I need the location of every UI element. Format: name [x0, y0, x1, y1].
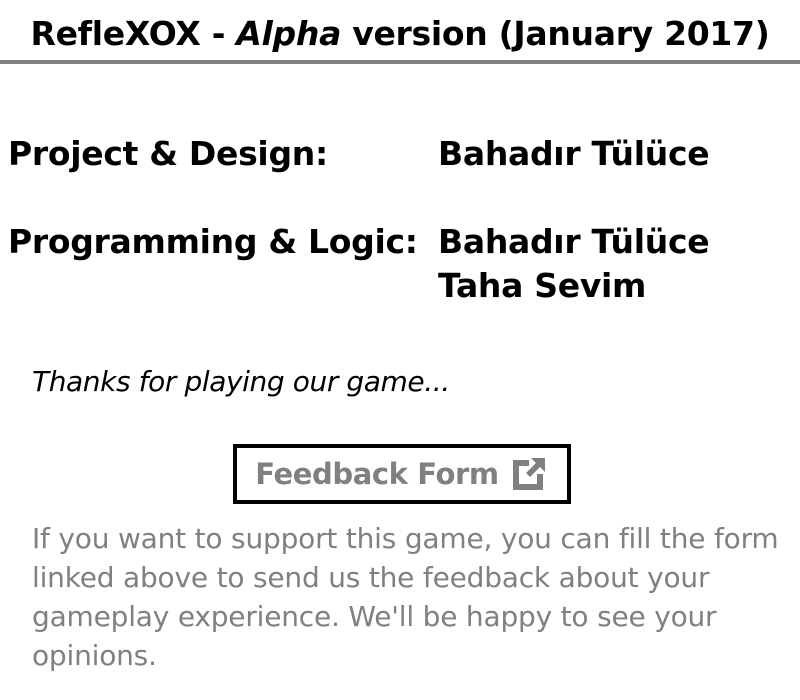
feedback-form-button[interactable]: Feedback Form — [233, 444, 571, 504]
credit-name: Taha Sevim — [438, 266, 647, 305]
external-link-icon — [512, 458, 545, 490]
header-bar: RefleXOX - Alpha version (January 2017) — [0, 0, 800, 64]
title-prefix: RefleXOX - — [30, 14, 237, 53]
credit-role-label: Programming & Logic: — [8, 222, 418, 261]
credit-row-project-design: Project & Design: Bahadır Tülüce — [8, 132, 788, 176]
credit-role-label: Project & Design: — [8, 134, 328, 173]
feedback-form-label: Feedback Form — [255, 457, 499, 491]
credits-section: Project & Design: Bahadır Tülüce Program… — [8, 132, 788, 352]
credit-name: Bahadır Tülüce — [438, 134, 710, 173]
credit-name: Bahadır Tülüce — [438, 222, 710, 261]
support-description: If you want to support this game, you ca… — [32, 522, 779, 672]
title-suffix: version (January 2017) — [341, 14, 770, 53]
thanks-message: Thanks for playing our game... — [32, 365, 450, 398]
page-title: RefleXOX - Alpha version (January 2017) — [0, 14, 800, 54]
title-version-stage: Alpha — [236, 14, 342, 53]
credit-names: Bahadır Tülüce Taha Sevim — [438, 220, 710, 308]
credit-row-programming-logic: Programming & Logic: Bahadır Tülüce Taha… — [8, 220, 788, 308]
credit-names: Bahadır Tülüce — [438, 132, 710, 176]
